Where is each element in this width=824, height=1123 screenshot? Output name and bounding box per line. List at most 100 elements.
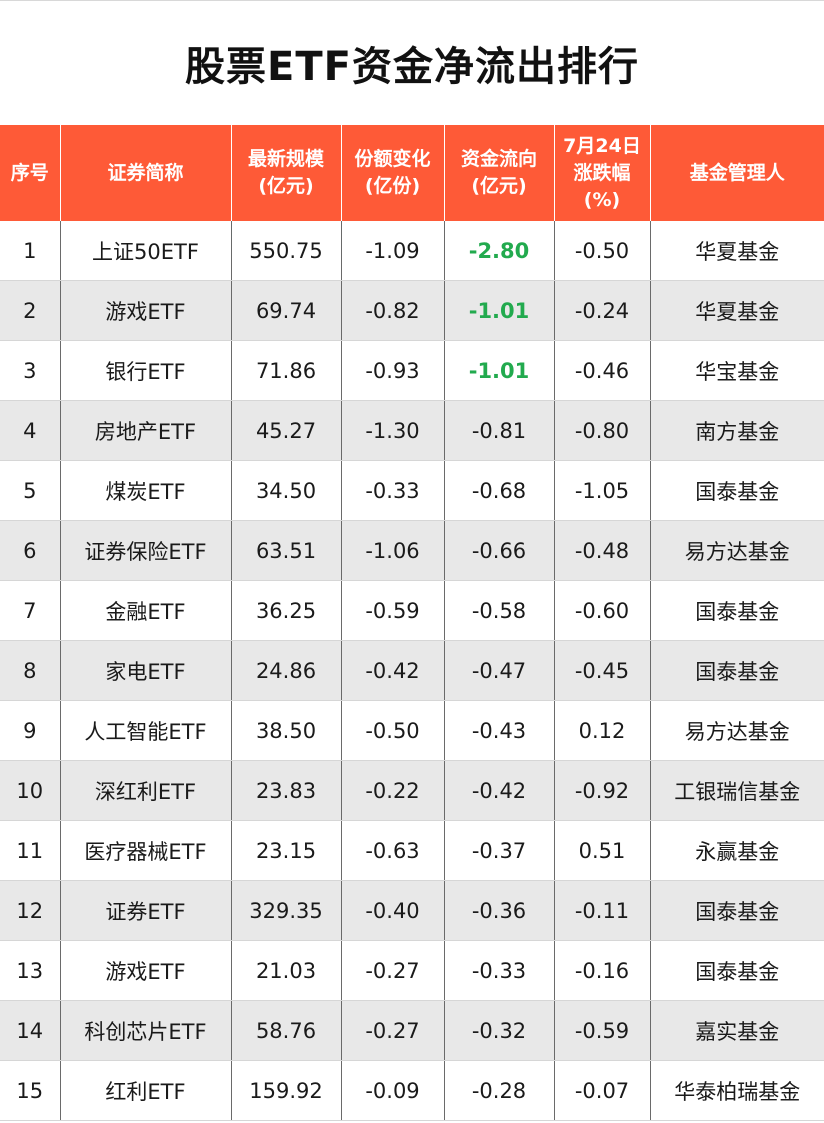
share-change: -0.40: [341, 880, 445, 941]
price-change: -0.24: [554, 280, 651, 341]
fund-manager: 易方达基金: [650, 700, 824, 761]
row-index: 2: [0, 280, 61, 341]
latest-size: 45.27: [231, 400, 342, 461]
header-index: 序号: [0, 125, 61, 221]
price-change: -0.11: [554, 880, 651, 941]
share-change: -0.59: [341, 580, 445, 641]
latest-size: 23.83: [231, 760, 342, 821]
table-row: 13 游戏ETF 21.03 -0.27 -0.33 -0.16 国泰基金: [0, 940, 824, 1001]
fund-manager: 永赢基金: [650, 820, 824, 881]
header-label: 证券简称: [107, 161, 184, 184]
header-label: 资金流向: [460, 148, 537, 170]
table-row: 5 煤炭ETF 34.50 -0.33 -0.68 -1.05 国泰基金: [0, 460, 824, 521]
latest-size: 329.35: [231, 880, 342, 941]
security-name: 家电ETF: [60, 640, 232, 701]
fund-flow: -1.01: [444, 280, 555, 341]
price-change: 0.12: [554, 700, 651, 761]
share-change: -0.27: [341, 1000, 445, 1061]
share-change: -1.06: [341, 520, 445, 581]
table-body: 1 上证50ETF 550.75 -1.09 -2.80 -0.50 华夏基金 2 游戏ETF 6…: [0, 221, 824, 1121]
header-price-change: 7月24日 涨跌幅 (%): [554, 125, 651, 221]
fund-manager: 华夏基金: [650, 221, 824, 281]
page-title: 股票ETF资金净流出排行: [0, 0, 824, 125]
row-index: 9: [0, 700, 61, 761]
fund-manager: 国泰基金: [650, 580, 824, 641]
table-row: 11 医疗器械ETF 23.15 -0.63 -0.37 0.51 永赢基金: [0, 820, 824, 881]
security-name: 游戏ETF: [60, 280, 232, 341]
fund-manager: 国泰基金: [650, 880, 824, 941]
header-label: 最新规模: [247, 148, 324, 170]
table-row: 7 金融ETF 36.25 -0.59 -0.58 -0.60 国泰基金: [0, 580, 824, 641]
security-name: 煤炭ETF: [60, 460, 232, 521]
header-fund-flow: 资金流向 (亿元): [444, 125, 555, 221]
price-change: -0.80: [554, 400, 651, 461]
row-index: 1: [0, 221, 61, 281]
share-change: -0.09: [341, 1060, 445, 1121]
price-change: 0.51: [554, 820, 651, 881]
security-name: 医疗器械ETF: [60, 820, 232, 881]
header-label: (亿元): [258, 175, 314, 197]
table-row: 3 银行ETF 71.86 -0.93 -1.01 -0.46 华宝基金: [0, 340, 824, 401]
table-header: 序号 证券简称 最新规模 (亿元) 份额变化 (亿份) 资金流向 (亿元) 7月24日 涨跌幅 (%…: [0, 125, 824, 221]
latest-size: 69.74: [231, 280, 342, 341]
row-index: 6: [0, 520, 61, 581]
fund-flow: -0.58: [444, 580, 555, 641]
latest-size: 159.92: [231, 1060, 342, 1121]
security-name: 红利ETF: [60, 1060, 232, 1121]
price-change: -0.46: [554, 340, 651, 401]
table-row: 6 证券保险ETF 63.51 -1.06 -0.66 -0.48 易方达基金: [0, 520, 824, 581]
fund-flow: -0.32: [444, 1000, 555, 1061]
security-name: 科创芯片ETF: [60, 1000, 232, 1061]
share-change: -0.22: [341, 760, 445, 821]
header-security-name: 证券简称: [60, 125, 232, 221]
header-label: 基金管理人: [689, 161, 785, 184]
table-row: 15 红利ETF 159.92 -0.09 -0.28 -0.07 华泰柏瑞基金: [0, 1060, 824, 1121]
row-index: 8: [0, 640, 61, 701]
security-name: 证券ETF: [60, 880, 232, 941]
latest-size: 58.76: [231, 1000, 342, 1061]
header-label: 7月24日: [563, 134, 641, 157]
fund-flow: -0.47: [444, 640, 555, 701]
table-row: 12 证券ETF 329.35 -0.40 -0.36 -0.11 国泰基金: [0, 880, 824, 941]
share-change: -1.30: [341, 400, 445, 461]
row-index: 12: [0, 880, 61, 941]
header-share-change: 份额变化 (亿份): [341, 125, 445, 221]
price-change: -1.05: [554, 460, 651, 521]
fund-manager: 工银瑞信基金: [650, 760, 824, 821]
header-label: 序号: [10, 161, 49, 184]
price-change: -0.07: [554, 1060, 651, 1121]
price-change: -0.45: [554, 640, 651, 701]
security-name: 深红利ETF: [60, 760, 232, 821]
header-latest-size: 最新规模 (亿元): [231, 125, 342, 221]
table-row: 14 科创芯片ETF 58.76 -0.27 -0.32 -0.59 嘉实基金: [0, 1000, 824, 1061]
security-name: 房地产ETF: [60, 400, 232, 461]
table-row: 8 家电ETF 24.86 -0.42 -0.47 -0.45 国泰基金: [0, 640, 824, 701]
fund-manager: 国泰基金: [650, 640, 824, 701]
fund-flow: -0.36: [444, 880, 555, 941]
row-index: 5: [0, 460, 61, 521]
row-index: 15: [0, 1060, 61, 1121]
security-name: 证券保险ETF: [60, 520, 232, 581]
fund-flow: -0.37: [444, 820, 555, 881]
fund-flow: -2.80: [444, 221, 555, 281]
row-index: 3: [0, 340, 61, 401]
header-fund-manager: 基金管理人: [650, 125, 824, 221]
fund-flow: -0.43: [444, 700, 555, 761]
security-name: 游戏ETF: [60, 940, 232, 1001]
header-label: 份额变化: [354, 148, 431, 170]
share-change: -0.42: [341, 640, 445, 701]
header-label: (%): [583, 188, 621, 211]
price-change: -0.50: [554, 221, 651, 281]
latest-size: 63.51: [231, 520, 342, 581]
security-name: 人工智能ETF: [60, 700, 232, 761]
table-row: 1 上证50ETF 550.75 -1.09 -2.80 -0.50 华夏基金: [0, 221, 824, 281]
header-label: (亿份): [364, 175, 421, 197]
share-change: -0.50: [341, 700, 445, 761]
price-change: -0.59: [554, 1000, 651, 1061]
share-change: -1.09: [341, 221, 445, 281]
latest-size: 21.03: [231, 940, 342, 1001]
row-index: 13: [0, 940, 61, 1001]
fund-manager: 华夏基金: [650, 280, 824, 341]
fund-manager: 易方达基金: [650, 520, 824, 581]
fund-flow: -0.28: [444, 1060, 555, 1121]
